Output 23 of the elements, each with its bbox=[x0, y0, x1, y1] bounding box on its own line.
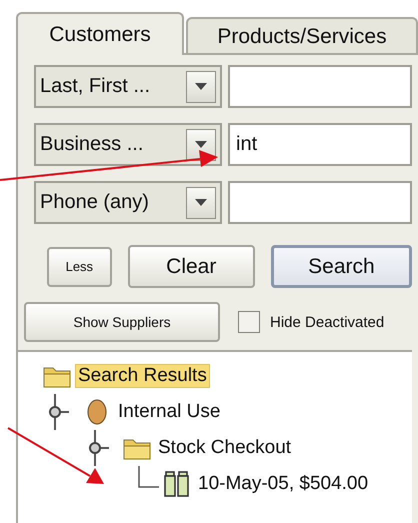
tree-item[interactable]: 10-May-05, $504.00 bbox=[195, 472, 372, 496]
tab[interactable]: Products/Services bbox=[186, 17, 418, 55]
show-suppliers-button[interactable]: Show Suppliers bbox=[24, 302, 220, 342]
tree-item[interactable]: Stock Checkout bbox=[155, 436, 294, 460]
caret-icon bbox=[195, 83, 207, 90]
search-input[interactable] bbox=[228, 181, 412, 224]
caret-icon bbox=[195, 141, 207, 148]
less-button[interactable]: Less bbox=[47, 246, 112, 286]
search-input[interactable] bbox=[228, 65, 412, 108]
clear-button[interactable]: Clear bbox=[128, 245, 255, 288]
tree-item[interactable]: Internal Use bbox=[115, 400, 224, 424]
checkbox[interactable] bbox=[238, 311, 260, 333]
search-field-dropdown[interactable]: Phone (any) bbox=[34, 181, 222, 224]
search-field-dropdown[interactable]: Business ... bbox=[34, 123, 222, 166]
tree-connector bbox=[138, 466, 159, 488]
tree-item[interactable]: Search Results bbox=[75, 364, 210, 388]
tab[interactable]: Customers bbox=[16, 12, 184, 55]
search-button[interactable]: Search bbox=[270, 245, 412, 288]
search-field-dropdown[interactable]: Last, First ... bbox=[34, 65, 222, 108]
bottles-icon bbox=[163, 471, 191, 497]
checkbox-label: Hide Deactivated bbox=[270, 314, 384, 330]
search-input[interactable]: int bbox=[228, 123, 412, 166]
caret-icon bbox=[195, 199, 207, 206]
